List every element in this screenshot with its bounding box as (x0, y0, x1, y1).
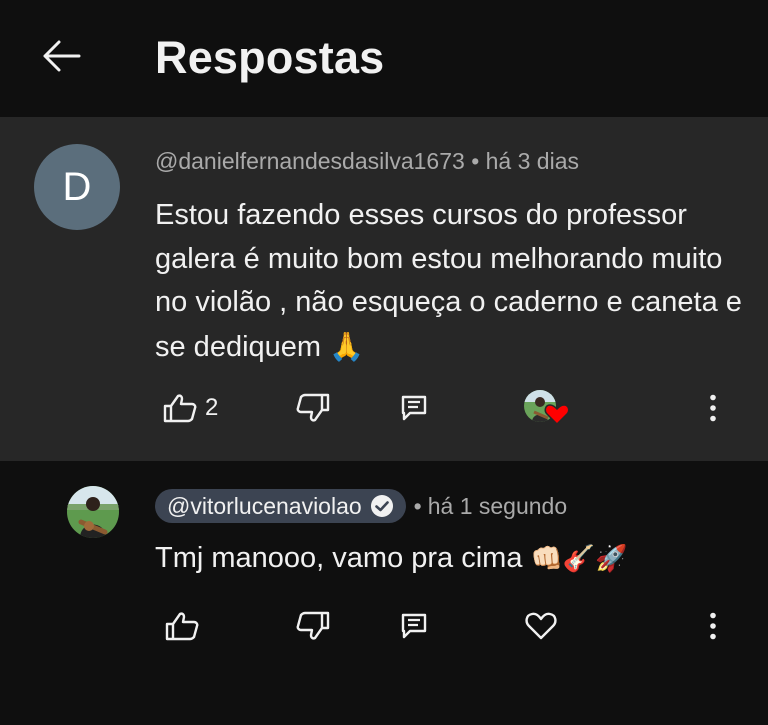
reply-emojis: 👊🏻🎸🚀 (530, 543, 628, 573)
pray-emoji: 🙏 (329, 330, 364, 362)
avatar-letter: D (62, 164, 92, 209)
dislike-button[interactable] (296, 380, 330, 436)
comment-body: Estou fazendo esses cursos do professor … (155, 199, 742, 363)
thumbs-down-icon (296, 393, 330, 422)
top-bar: Respostas (0, 0, 768, 117)
reply-actions (0, 598, 768, 654)
reply-body: Tmj manooo, vamo pra cima (155, 542, 523, 574)
creator-chip[interactable]: @vitorlucenaviolao (155, 489, 406, 523)
reply-like-button[interactable] (165, 598, 199, 654)
reply-meta-separator: • (413, 492, 422, 519)
creator-heart-icon (544, 404, 570, 426)
arrow-left-icon (43, 40, 81, 72)
like-button[interactable]: 2 (163, 380, 218, 436)
reply-avatar[interactable] (67, 486, 119, 538)
reply-dislike-button[interactable] (296, 598, 330, 654)
comment-icon (401, 613, 427, 639)
thumbs-up-icon (165, 612, 199, 641)
more-options-button[interactable] (698, 380, 728, 436)
reply-more-options-button[interactable] (698, 598, 728, 654)
heart-outline-icon (525, 612, 557, 640)
more-vertical-icon (710, 612, 716, 640)
meta-separator: • (471, 148, 480, 174)
verified-badge (370, 494, 394, 518)
reply-time: há 1 segundo (427, 492, 568, 519)
comment-icon (401, 395, 427, 421)
verified-check-icon (370, 495, 393, 517)
thumbs-down-icon (296, 611, 330, 640)
like-count: 2 (205, 394, 219, 421)
comment-actions: 2 (0, 380, 768, 436)
parent-comment: D @danielfernandesdasilva1673 • há 3 dia… (0, 117, 768, 461)
reply-button[interactable] (400, 380, 428, 436)
avatar[interactable]: D (34, 144, 120, 230)
comment-meta: @danielfernandesdasilva1673 • há 3 dias (155, 148, 579, 175)
comment-text: Estou fazendo esses cursos do professor … (155, 194, 745, 369)
reply-meta: @vitorlucenaviolao • há 1 segundo (155, 489, 567, 523)
author-handle[interactable]: @danielfernandesdasilva1673 (155, 148, 465, 174)
reply-avatar-image (67, 486, 119, 538)
reply-comment-button[interactable] (400, 598, 428, 654)
reply-text: Tmj manooo, vamo pra cima 👊🏻🎸🚀 (155, 537, 628, 580)
back-button[interactable] (36, 34, 86, 78)
thumbs-up-icon (163, 394, 197, 423)
page-title: Respostas (155, 32, 385, 83)
reply-author-handle: @vitorlucenaviolao (167, 492, 362, 519)
comment-time: há 3 dias (485, 148, 579, 174)
more-vertical-icon (710, 394, 716, 422)
creator-heart-badge (524, 380, 572, 436)
heart-button[interactable] (524, 598, 558, 654)
